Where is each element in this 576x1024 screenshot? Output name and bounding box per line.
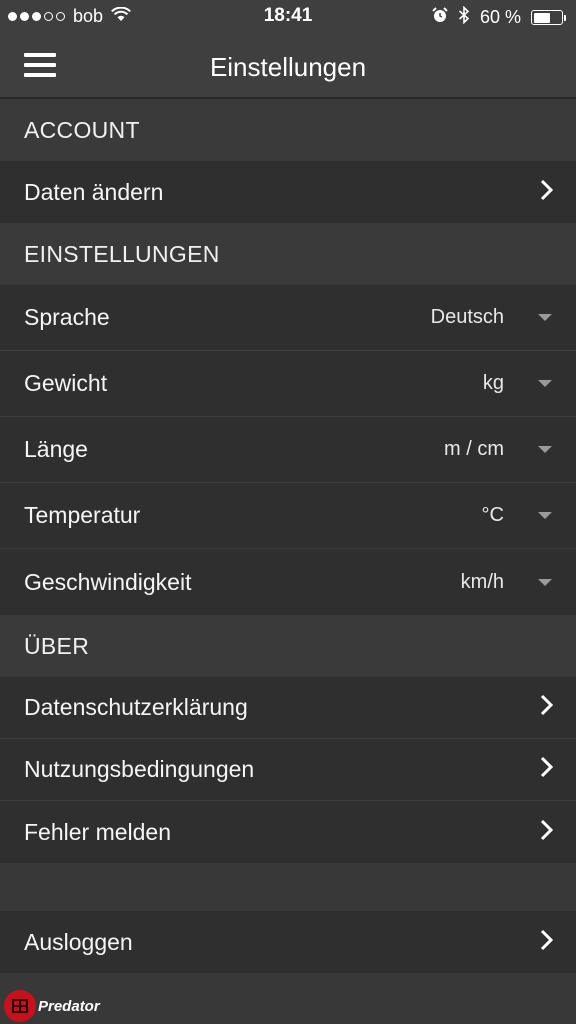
dropdown-caret-icon <box>538 314 552 321</box>
row-daten-aendern[interactable]: Daten ändern <box>0 161 576 223</box>
dropdown-caret-icon <box>538 512 552 519</box>
logo-text: Predator <box>38 997 100 1015</box>
chevron-right-icon <box>540 929 554 956</box>
row-value: °C <box>481 504 504 526</box>
row-label: Nutzungsbedingungen <box>24 756 255 782</box>
row-laenge[interactable]: Länge m / cm <box>0 417 576 483</box>
row-label: Geschwindigkeit <box>24 568 192 595</box>
row-value: km/h <box>460 570 504 593</box>
alarm-clock-icon <box>432 7 448 28</box>
row-geschwindigkeit[interactable]: Geschwindigkeit km/h <box>0 549 576 615</box>
row-label: Länge <box>24 436 88 462</box>
row-value: m / cm <box>444 438 504 460</box>
row-nutzungsbedingungen[interactable]: Nutzungsbedingungen <box>0 739 576 801</box>
dropdown-caret-icon <box>538 380 552 387</box>
chevron-right-icon <box>540 179 554 206</box>
navigation-bar: Einstellungen <box>0 34 576 98</box>
dropdown-caret-icon <box>538 446 552 453</box>
row-label: Sprache <box>24 304 110 330</box>
chevron-right-icon <box>540 756 554 783</box>
row-label: Temperatur <box>24 502 141 528</box>
row-label: Ausloggen <box>24 928 133 955</box>
battery-percent: 60 % <box>479 7 521 27</box>
logout-button[interactable]: Ausloggen <box>0 911 576 973</box>
dropdown-caret-icon <box>538 578 552 586</box>
section-header-settings: EINSTELLUNGEN <box>0 223 576 285</box>
chevron-right-icon <box>540 694 554 721</box>
section-spacer <box>0 863 576 911</box>
brand-logo: Predator <box>4 990 100 1022</box>
row-sprache[interactable]: Sprache Deutsch <box>0 285 576 351</box>
row-label: Daten ändern <box>24 178 164 205</box>
row-value: Deutsch <box>430 306 504 328</box>
logo-badge-icon <box>4 990 36 1022</box>
row-datenschutz[interactable]: Datenschutzerklärung <box>0 677 576 739</box>
bluetooth-icon <box>458 5 470 29</box>
row-value: kg <box>482 372 504 394</box>
chevron-right-icon <box>540 819 554 846</box>
section-header-about: ÜBER <box>0 615 576 677</box>
section-header-account: ACCOUNT <box>0 99 576 161</box>
row-label: Fehler melden <box>24 818 172 845</box>
status-right: 60 % <box>432 5 566 29</box>
page-title: Einstellungen <box>209 52 367 82</box>
row-gewicht[interactable]: Gewicht kg <box>0 351 576 417</box>
row-fehler-melden[interactable]: Fehler melden <box>0 801 576 863</box>
battery-icon <box>531 10 566 25</box>
settings-list: ACCOUNT Daten ändern EINSTELLUNGEN Sprac… <box>0 99 576 973</box>
status-bar: bob 18:41 60 % <box>0 0 576 34</box>
row-temperatur[interactable]: Temperatur °C <box>0 483 576 549</box>
row-label: Gewicht <box>24 370 108 396</box>
row-label: Datenschutzerklärung <box>24 694 248 720</box>
